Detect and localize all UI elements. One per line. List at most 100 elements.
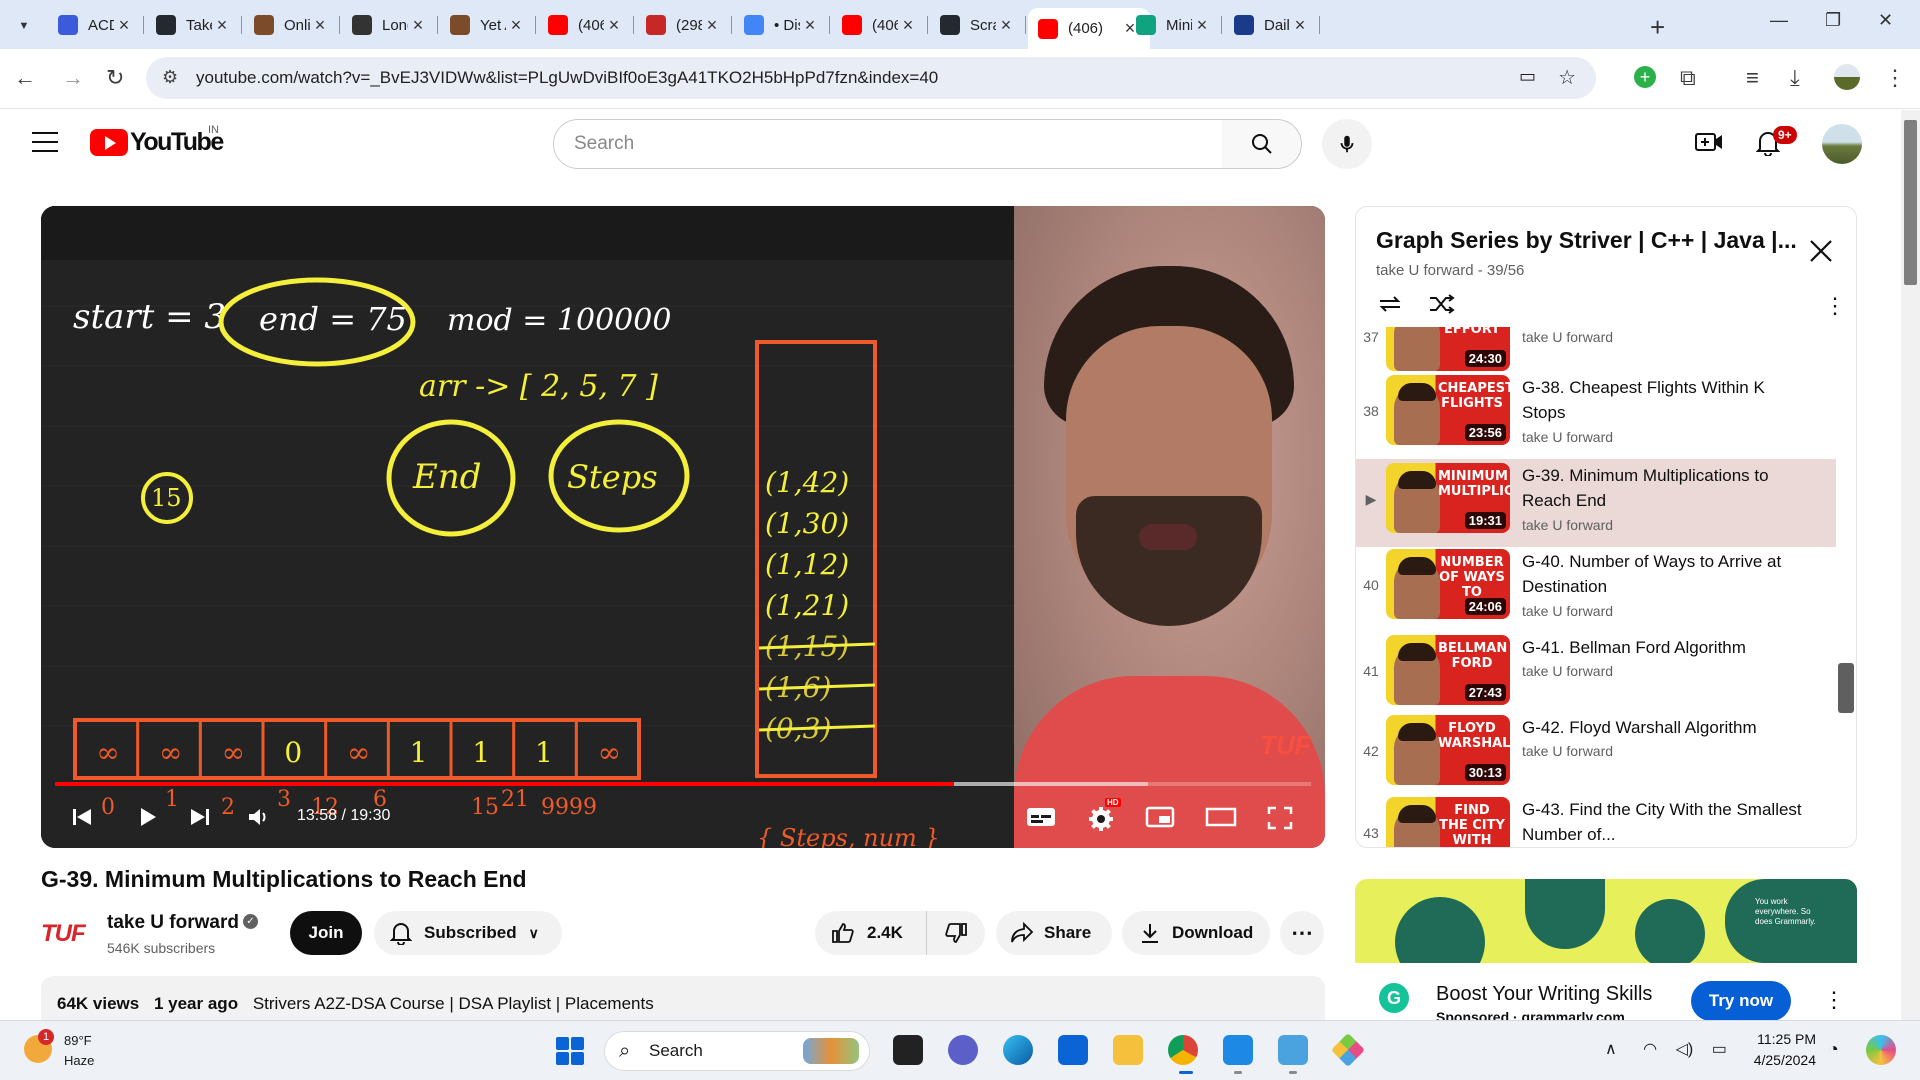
playlist-scrollbar[interactable] bbox=[1838, 663, 1854, 713]
playlist-item-current[interactable]: ▶ MINIMUM MULTIPLICATIONS 19:31 G-39. Minim… bbox=[1356, 459, 1836, 547]
playlist-item-thumbnail[interactable]: BELLMAN FORD 27:43 bbox=[1386, 635, 1510, 705]
browser-tab[interactable]: Daily× bbox=[1224, 8, 1320, 42]
playlist-item-thumbnail[interactable]: FLOYD WARSHALL 30:13 bbox=[1386, 715, 1510, 785]
browser-tab[interactable]: • Dis× bbox=[734, 8, 830, 42]
vscode-icon[interactable] bbox=[1223, 1035, 1253, 1065]
copilot-icon[interactable] bbox=[1866, 1035, 1896, 1065]
playlist-item-thumbnail[interactable]: MINI EFFORT 24:30 bbox=[1386, 327, 1510, 371]
task-view-icon[interactable] bbox=[893, 1035, 923, 1065]
weather-temperature[interactable]: 89°F bbox=[64, 1033, 92, 1048]
dislike-button[interactable] bbox=[927, 911, 985, 955]
clock-date[interactable]: 4/25/2024 bbox=[1738, 1052, 1816, 1068]
playlist-item-title[interactable]: G-39. Minimum Multiplications to Reach E… bbox=[1522, 463, 1812, 513]
clock-time[interactable]: 11:25 PM bbox=[1756, 1031, 1816, 1047]
volume-button[interactable] bbox=[247, 806, 271, 833]
wifi-icon[interactable]: ◠ bbox=[1643, 1041, 1657, 1058]
tab-search-button[interactable]: ▼ bbox=[10, 12, 38, 40]
battery-icon[interactable]: ▭ bbox=[1712, 1041, 1727, 1058]
browser-tab[interactable]: (406)× bbox=[538, 8, 634, 42]
playlist-item[interactable]: 41 BELLMAN FORD 27:43 G-41. Bellman Ford Al… bbox=[1356, 631, 1836, 715]
playlist-item-title[interactable]: G-42. Floyd Warshall Algorithm bbox=[1522, 715, 1812, 740]
edge-browser-icon[interactable] bbox=[1003, 1035, 1033, 1065]
site-info-icon[interactable]: ⚙ bbox=[162, 67, 178, 88]
playlist-item-thumbnail[interactable]: FIND THE CITY WITH THE SMALLEST NUMBER bbox=[1386, 797, 1510, 847]
restore-button[interactable]: ❐ bbox=[1825, 10, 1841, 31]
browser-menu-icon[interactable]: ⋮ bbox=[1884, 65, 1906, 91]
playlist-item[interactable]: 38 CHEAPEST FLIGHTS 23:56 G-38. Cheapest Fl… bbox=[1356, 371, 1836, 455]
file-explorer-icon[interactable] bbox=[1113, 1035, 1143, 1065]
download-button[interactable]: Download bbox=[1122, 911, 1270, 955]
ad-title[interactable]: Boost Your Writing Skills bbox=[1436, 983, 1652, 1006]
ad-banner[interactable]: You work everywhere. So does Grammarly. bbox=[1355, 879, 1857, 963]
close-tab-icon[interactable]: × bbox=[702, 15, 722, 36]
fullscreen-button[interactable] bbox=[1267, 806, 1293, 835]
playlist-item-title[interactable]: G-40. Number of Ways to Arrive at Destin… bbox=[1522, 549, 1812, 599]
more-actions-button[interactable]: ⋯ bbox=[1280, 911, 1324, 955]
playlist-item[interactable]: 40 NUMBER OF WAYS TO 24:06 G-40. Number of … bbox=[1356, 545, 1836, 629]
mail-icon[interactable] bbox=[1058, 1035, 1088, 1065]
close-tab-icon[interactable]: × bbox=[310, 15, 330, 36]
close-tab-icon[interactable]: × bbox=[604, 15, 624, 36]
forward-button[interactable]: → bbox=[62, 65, 84, 91]
youtube-logo[interactable]: YouTube bbox=[90, 128, 224, 157]
play-button[interactable] bbox=[137, 806, 159, 833]
menu-hamburger-icon[interactable] bbox=[32, 132, 58, 159]
close-tab-icon[interactable]: × bbox=[114, 15, 134, 36]
playlist-item-title[interactable]: G-38. Cheapest Flights Within K Stops bbox=[1522, 375, 1812, 425]
settings-button[interactable]: HD bbox=[1088, 798, 1121, 837]
video-tags[interactable]: Strivers A2Z-DSA Course | DSA Playlist |… bbox=[253, 994, 654, 1013]
close-tab-icon[interactable]: × bbox=[1290, 15, 1310, 36]
ad-cta-button[interactable]: Try now bbox=[1691, 981, 1791, 1021]
playlist-item[interactable]: 42 FLOYD WARSHALL 30:13 G-42. Floyd Warshal… bbox=[1356, 711, 1836, 795]
voice-search-button[interactable] bbox=[1322, 119, 1372, 169]
media-control-icon[interactable]: ≡ bbox=[1746, 65, 1759, 91]
extension-plus-icon[interactable]: + bbox=[1634, 63, 1656, 89]
browser-tab[interactable]: Yet A× bbox=[440, 8, 536, 42]
playlist-menu-button[interactable]: ⋮ bbox=[1824, 293, 1846, 319]
playlist-close-button[interactable] bbox=[1809, 237, 1833, 271]
playlist-item-thumbnail[interactable]: MINIMUM MULTIPLICATIONS 19:31 bbox=[1386, 463, 1510, 533]
notepad-icon[interactable] bbox=[1278, 1035, 1308, 1065]
channel-logo[interactable]: TUF bbox=[41, 920, 91, 948]
miniplayer-button[interactable] bbox=[1145, 806, 1175, 833]
progress-bar[interactable] bbox=[55, 782, 1311, 786]
browser-tab[interactable]: (406)× bbox=[832, 8, 928, 42]
page-scrollbar[interactable] bbox=[1901, 110, 1920, 1020]
close-tab-icon[interactable]: × bbox=[506, 15, 526, 36]
address-bar[interactable]: ⚙ youtube.com/watch?v=_BvEJ3VIDWw&list=P… bbox=[146, 57, 1596, 99]
chrome-icon[interactable] bbox=[1168, 1035, 1198, 1065]
close-tab-icon[interactable]: × bbox=[800, 15, 820, 36]
close-window-button[interactable]: ✕ bbox=[1878, 10, 1893, 31]
close-tab-icon[interactable]: × bbox=[996, 15, 1016, 36]
browser-tab[interactable]: (298)× bbox=[636, 8, 732, 42]
browser-tab[interactable]: Long× bbox=[342, 8, 438, 42]
cast-icon[interactable]: ▭ bbox=[1519, 66, 1536, 87]
profile-avatar[interactable] bbox=[1834, 64, 1860, 90]
browser-tab[interactable]: ACDL× bbox=[48, 8, 144, 42]
subscribed-button[interactable]: Subscribed ∨ bbox=[374, 911, 562, 955]
browser-tab[interactable]: Scrap× bbox=[930, 8, 1026, 42]
playlist-item-title[interactable]: G-43. Find the City With the Smallest Nu… bbox=[1522, 797, 1812, 847]
close-tab-icon[interactable]: × bbox=[1192, 15, 1212, 36]
search-input[interactable]: Search bbox=[553, 119, 1223, 169]
playlist-title[interactable]: Graph Series by Striver | C++ | Java |..… bbox=[1376, 227, 1796, 254]
loop-button[interactable] bbox=[1376, 293, 1404, 320]
page-scrollbar-thumb[interactable] bbox=[1904, 120, 1917, 285]
video-player[interactable]: start = 3 end = 75 mod = 100000 arr -> [… bbox=[41, 206, 1325, 848]
extensions-puzzle-icon[interactable]: ⧉ bbox=[1680, 65, 1696, 91]
search-button[interactable] bbox=[1222, 119, 1302, 169]
app-launcher-icon[interactable] bbox=[1331, 1033, 1365, 1067]
theater-mode-button[interactable] bbox=[1205, 806, 1237, 833]
close-tab-icon[interactable]: × bbox=[898, 15, 918, 36]
tray-overflow-chevron-icon[interactable]: ∧ bbox=[1605, 1041, 1617, 1058]
minimize-button[interactable]: — bbox=[1770, 10, 1788, 31]
back-button[interactable]: ← bbox=[14, 65, 36, 91]
browser-tab[interactable]: Onlin× bbox=[244, 8, 340, 42]
browser-tab[interactable]: Take× bbox=[146, 8, 242, 42]
join-button[interactable]: Join bbox=[290, 911, 362, 955]
reload-button[interactable]: ↻ bbox=[106, 65, 124, 91]
ad-menu-button[interactable]: ⋮ bbox=[1823, 987, 1845, 1013]
start-button[interactable] bbox=[556, 1037, 584, 1065]
close-tab-icon[interactable]: × bbox=[408, 15, 428, 36]
speaker-icon[interactable]: ◁) bbox=[1676, 1041, 1694, 1058]
